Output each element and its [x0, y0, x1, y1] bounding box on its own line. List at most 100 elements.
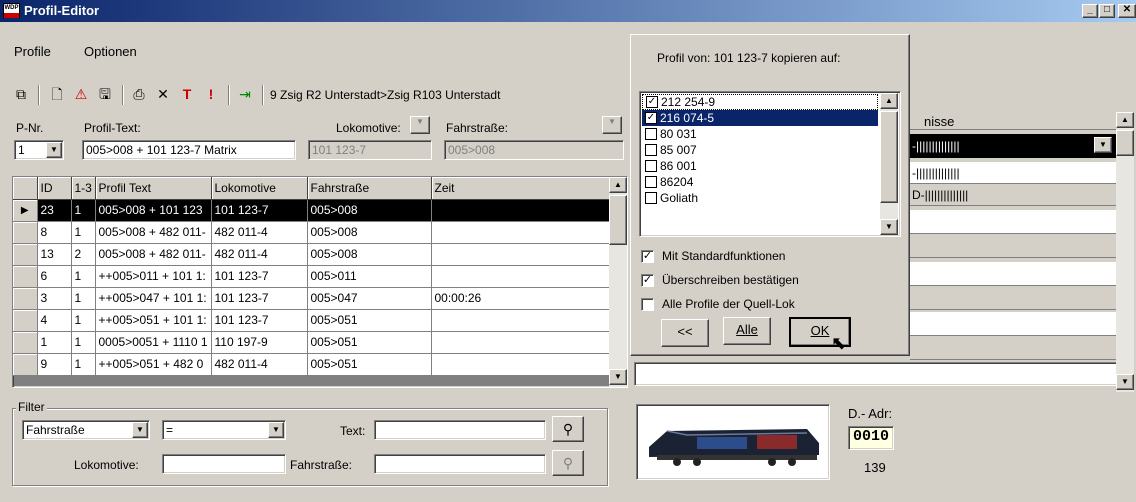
row-indicator[interactable] [13, 353, 38, 376]
chevron-down-icon[interactable]: ▼ [268, 422, 284, 438]
right-row[interactable]: -|||||||||||||| [910, 162, 1116, 184]
filter-operator-dropdown[interactable]: = ▼ [162, 420, 286, 440]
table-cell[interactable]: 23 [37, 199, 72, 222]
table-cell[interactable]: ++005>051 + 101 1: [95, 309, 212, 332]
table-cell[interactable]: 110 197-9 [211, 331, 308, 354]
table-row[interactable]: 6 1 ++005>011 + 101 1: 101 123-7 005>011 [13, 265, 612, 288]
pnr-dropdown[interactable]: 1 ▼ [14, 140, 64, 160]
table-cell[interactable] [431, 243, 612, 266]
right-row[interactable] [910, 262, 1116, 286]
table-row[interactable]: 3 1 ++005>047 + 101 1: 101 123-7 005>047 00:0… [13, 287, 612, 310]
right-scrollbar[interactable]: ▲ ▼ [1116, 112, 1134, 392]
table-cell[interactable]: 005>008 + 482 011- [95, 221, 212, 244]
table-cell[interactable] [431, 265, 612, 288]
col-lokomotive[interactable]: Lokomotive [211, 177, 308, 200]
list-item[interactable]: ✓ 216 074-5 [642, 110, 878, 126]
warning-document-icon[interactable]: ⚠ [70, 84, 92, 106]
table-cell[interactable]: 005>008 [307, 243, 432, 266]
right-row-selected[interactable]: -|||||||||||||| ▼ [910, 134, 1116, 158]
delete-icon[interactable]: ✕ [152, 84, 174, 106]
target-loco-list[interactable]: ✓ 212 254-9 ✓ 216 074-5 80 031 85 007 86 001 86… [639, 91, 901, 237]
table-cell[interactable]: 8 [37, 221, 72, 244]
checkbox[interactable] [645, 128, 657, 140]
scroll-up-icon[interactable]: ▲ [609, 177, 627, 193]
table-cell[interactable]: 101 123-7 [211, 309, 308, 332]
table-cell[interactable]: 005>051 [307, 353, 432, 376]
list-item[interactable]: ✓ 212 254-9 [642, 94, 878, 110]
table-cell[interactable] [431, 199, 612, 222]
row-indicator[interactable] [13, 331, 38, 354]
right-row[interactable] [910, 210, 1116, 234]
table-cell[interactable]: ++005>047 + 101 1: [95, 287, 212, 310]
scroll-down-icon[interactable]: ▼ [880, 219, 898, 235]
row-indicator[interactable] [13, 265, 38, 288]
scroll-thumb[interactable] [880, 111, 898, 203]
chevron-down-icon[interactable]: ▼ [132, 422, 148, 438]
table-cell[interactable]: 00:00:26 [431, 287, 612, 310]
table-cell[interactable]: 005>008 + 482 011- [95, 243, 212, 266]
fahr-dropdown-button[interactable]: ▼ [602, 116, 622, 134]
profiltext-input[interactable]: 005>008 + 101 123-7 Matrix [82, 140, 296, 160]
table-cell[interactable]: 101 123-7 [211, 287, 308, 310]
checkbox[interactable] [645, 144, 657, 156]
table-row[interactable]: 13 2 005>008 + 482 011- 482 011-4 005>008 [13, 243, 612, 266]
checkbox[interactable] [645, 192, 657, 204]
exit-icon[interactable]: ⇥ [234, 84, 256, 106]
table-cell[interactable] [431, 331, 612, 354]
table-cell[interactable]: 3 [37, 287, 72, 310]
table-cell[interactable]: 9 [37, 353, 72, 376]
binoculars-icon[interactable]: ⚲ [552, 416, 584, 442]
print-icon[interactable]: ⎙ [128, 84, 150, 106]
list-item[interactable]: 86204 [642, 174, 878, 190]
scroll-down-icon[interactable]: ▼ [609, 369, 627, 385]
scroll-thumb[interactable] [609, 195, 627, 245]
col-1-3[interactable]: 1-3 [71, 177, 96, 200]
row-indicator[interactable] [13, 221, 38, 244]
lok-dropdown-button[interactable]: ▼ [410, 116, 430, 134]
table-cell[interactable]: ++005>051 + 482 0 [95, 353, 212, 376]
right-bottom-field[interactable] [634, 362, 1118, 386]
alert-icon[interactable]: ! [200, 84, 222, 106]
row-indicator[interactable] [13, 309, 38, 332]
table-cell[interactable]: 005>051 [307, 331, 432, 354]
filter-fahr-input[interactable] [374, 454, 546, 474]
table-cell[interactable]: 13 [37, 243, 72, 266]
option-checkbox-row[interactable]: ✓ Mit Standardfunktionen [641, 249, 785, 263]
row-indicator[interactable] [13, 287, 38, 310]
right-row[interactable] [910, 236, 1116, 258]
table-row[interactable]: 8 1 005>008 + 482 011- 482 011-4 005>008 [13, 221, 612, 244]
table-row[interactable]: 1 1 0005>0051 + 1110 1 110 197-9 005>051 [13, 331, 612, 354]
list-item[interactable]: 85 007 [642, 142, 878, 158]
table-cell[interactable]: 1 [71, 331, 96, 354]
table-cell[interactable]: 101 123-7 [211, 199, 308, 222]
col-profiltext[interactable]: Profil Text [95, 177, 212, 200]
table-cell[interactable]: 4 [37, 309, 72, 332]
table-cell[interactable]: 1 [71, 221, 96, 244]
filter-text-input[interactable] [374, 420, 546, 440]
all-button[interactable]: Alle [723, 317, 771, 345]
menu-optionen[interactable]: Optionen [84, 44, 137, 59]
checkbox[interactable] [641, 297, 654, 311]
table-cell[interactable]: 1 [71, 309, 96, 332]
table-cell[interactable]: 1 [71, 265, 96, 288]
table-cell[interactable]: 005>008 [307, 199, 432, 222]
table-cell[interactable] [431, 221, 612, 244]
new-document-icon[interactable]: 🗋 [46, 84, 68, 106]
network-icon[interactable]: ⧉ [10, 84, 32, 106]
checkbox[interactable] [645, 176, 657, 188]
text-tool-icon[interactable]: T [176, 84, 198, 106]
close-button[interactable]: ✕ [1118, 4, 1136, 18]
scroll-up-icon[interactable]: ▲ [880, 93, 898, 109]
table-cell[interactable]: 005>047 [307, 287, 432, 310]
col-fahrstrasse[interactable]: Fahrstraße [307, 177, 432, 200]
right-row[interactable] [910, 288, 1116, 310]
back-button[interactable]: << [661, 319, 709, 347]
table-cell[interactable]: 1 [71, 287, 96, 310]
right-row[interactable] [910, 338, 1116, 360]
table-cell[interactable]: ++005>011 + 101 1: [95, 265, 212, 288]
table-cell[interactable]: 101 123-7 [211, 265, 308, 288]
filter-lok-input[interactable] [162, 454, 286, 474]
table-cell[interactable]: 005>008 + 101 123 [95, 199, 212, 222]
table-cell[interactable]: 1 [37, 331, 72, 354]
chevron-down-icon[interactable]: ▼ [1094, 137, 1112, 153]
